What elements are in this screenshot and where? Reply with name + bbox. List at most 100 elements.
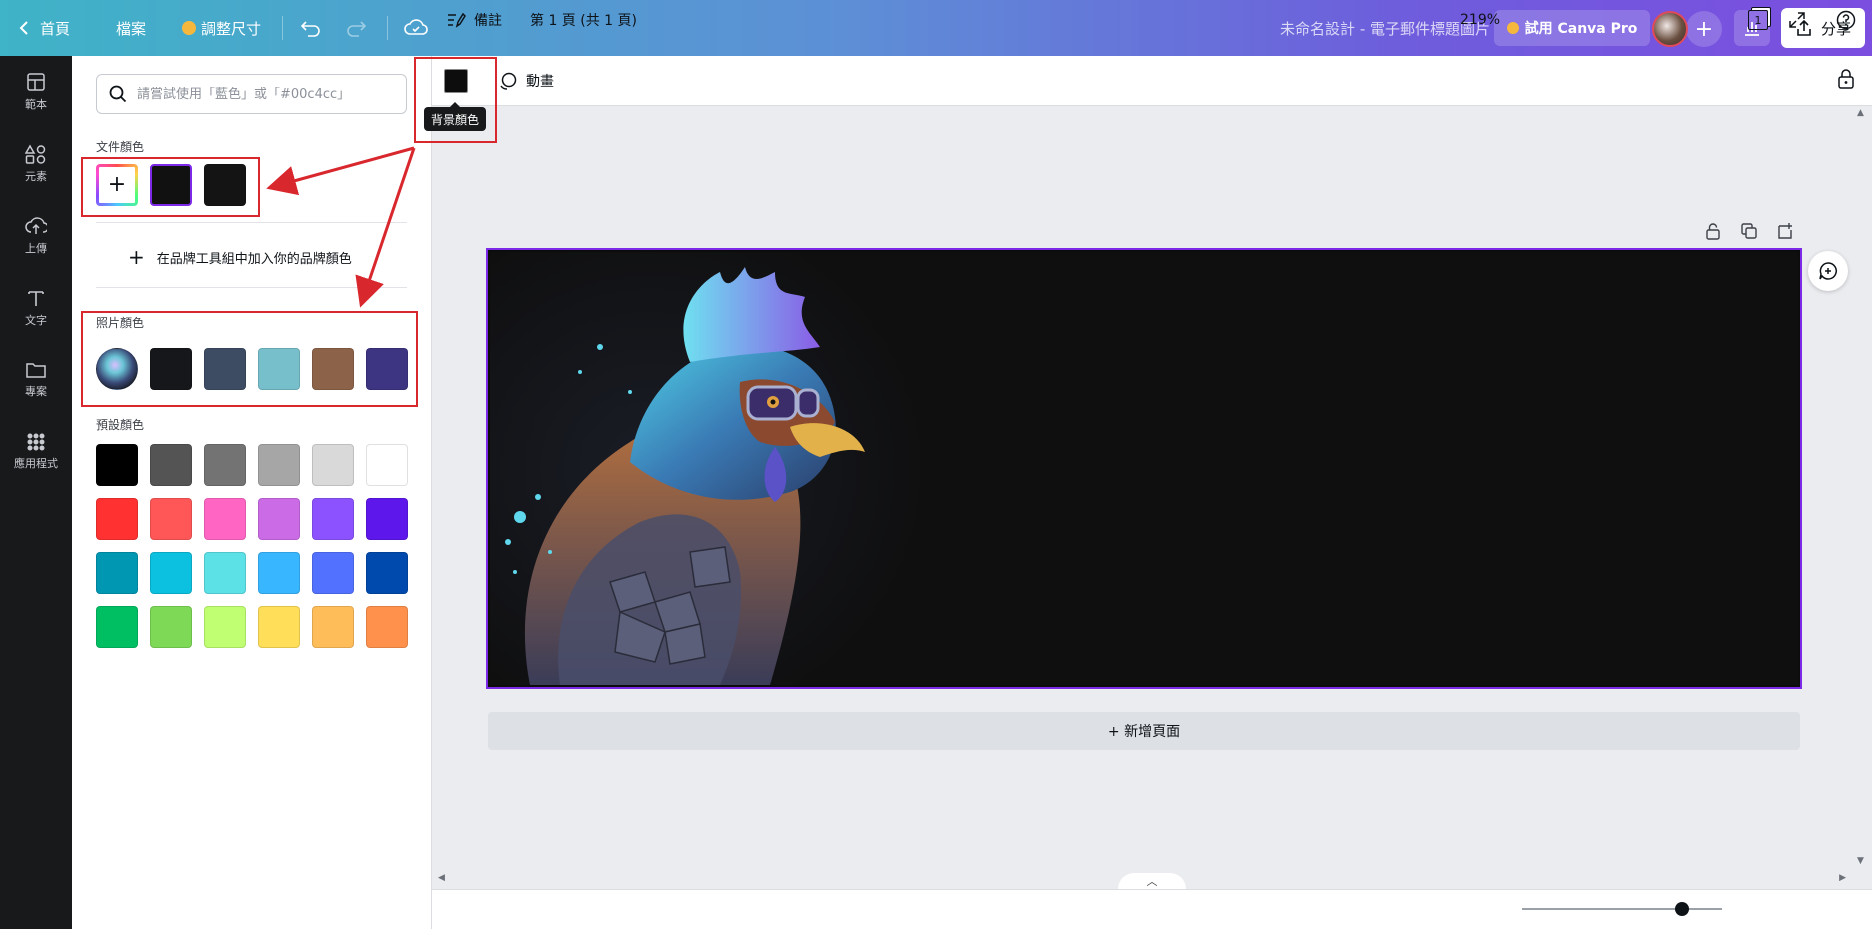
home-button[interactable]: 首頁 — [18, 0, 70, 56]
left-rail: 範本 元素 上傳 文字 專案 應用程式 — [0, 56, 72, 929]
file-label: 檔案 — [116, 19, 147, 38]
notes-button[interactable]: 備註 — [446, 0, 502, 40]
rail-item-templates[interactable]: 範本 — [0, 60, 72, 124]
default-color-swatch[interactable] — [96, 444, 138, 486]
animate-icon — [500, 72, 517, 90]
default-color-swatch[interactable] — [312, 552, 354, 594]
default-color-swatch[interactable] — [312, 498, 354, 540]
rail-item-uploads[interactable]: 上傳 — [0, 204, 72, 268]
scroll-up-arrow[interactable]: ▲ — [1857, 108, 1864, 118]
folder-icon — [26, 363, 46, 378]
avatar[interactable] — [1652, 11, 1688, 47]
animate-label: 動畫 — [526, 74, 554, 90]
default-color-swatch[interactable] — [150, 606, 192, 648]
zoom-slider-handle[interactable] — [1675, 902, 1689, 916]
color-search[interactable] — [96, 74, 407, 114]
editor-toolbar — [432, 56, 1872, 106]
top-bar: 首頁 檔案 調整尺寸 未命名設計 - 電子郵件標題圖片 試用 Canva Pro… — [0, 0, 1872, 56]
default-color-swatch[interactable] — [204, 498, 246, 540]
collapse-pages-button[interactable]: ︿ — [1118, 873, 1186, 889]
default-color-swatch[interactable] — [96, 498, 138, 540]
text-icon — [28, 291, 44, 306]
default-color-swatch[interactable] — [366, 444, 408, 486]
design-title[interactable]: 未命名設計 - 電子郵件標題圖片 — [1250, 0, 1490, 56]
lock-icon — [1838, 69, 1854, 89]
default-color-swatch[interactable] — [150, 444, 192, 486]
template-icon — [27, 73, 45, 91]
resize-label: 調整尺寸 — [201, 19, 262, 38]
page-tools — [1704, 222, 1794, 240]
default-color-swatch[interactable] — [150, 498, 192, 540]
pro-label: 試用 Canva Pro — [1524, 21, 1638, 37]
add-brand-colors-button[interactable]: + 在品牌工具組中加入你的品牌顏色 — [128, 238, 352, 276]
undo-icon — [300, 21, 320, 37]
default-color-swatch[interactable] — [150, 552, 192, 594]
default-color-swatch[interactable] — [258, 552, 300, 594]
invite-button[interactable]: + — [1686, 11, 1722, 47]
background-color-tooltip: 背景顏色 — [424, 102, 487, 131]
default-color-swatch[interactable] — [96, 606, 138, 648]
add-page-button[interactable]: + 新增頁面 — [488, 712, 1800, 750]
scroll-down-arrow[interactable]: ▼ — [1857, 856, 1864, 866]
chevron-left-icon — [19, 21, 28, 35]
default-color-swatch[interactable] — [258, 498, 300, 540]
notes-label: 備註 — [474, 13, 502, 29]
file-menu[interactable]: 檔案 — [116, 0, 146, 56]
default-color-swatch[interactable] — [258, 444, 300, 486]
color-search-input[interactable] — [137, 86, 397, 102]
rail-label: 文字 — [25, 314, 47, 327]
save-status-button[interactable] — [404, 0, 428, 56]
crown-icon — [182, 21, 196, 35]
lock-page-icon[interactable] — [1704, 222, 1722, 240]
help-button[interactable] — [1836, 0, 1856, 40]
search-icon — [109, 85, 127, 103]
duplicate-page-icon[interactable] — [1740, 222, 1758, 240]
zoom-value[interactable]: 219% — [1460, 0, 1500, 40]
upload-icon — [25, 217, 47, 234]
plus-icon: + — [1694, 16, 1714, 42]
scroll-left-arrow[interactable]: ◀ — [438, 873, 445, 883]
divider — [282, 16, 283, 40]
default-color-swatch[interactable] — [96, 552, 138, 594]
default-color-swatch[interactable] — [204, 552, 246, 594]
default-color-swatch[interactable] — [366, 552, 408, 594]
zoom-slider[interactable] — [1522, 908, 1722, 910]
page-count-button[interactable]: 1 — [1748, 0, 1768, 40]
chevron-up-icon: ︿ — [1146, 875, 1158, 888]
plus-icon: + — [128, 245, 145, 269]
default-color-swatch[interactable] — [366, 498, 408, 540]
redo-icon — [347, 21, 367, 37]
rail-item-projects[interactable]: 專案 — [0, 348, 72, 412]
try-pro-button[interactable]: 試用 Canva Pro — [1494, 10, 1650, 46]
scroll-right-arrow[interactable]: ▶ — [1839, 873, 1846, 883]
undo-button[interactable] — [300, 0, 322, 56]
elements-icon — [25, 144, 46, 164]
redo-button[interactable] — [345, 0, 367, 56]
animate-button[interactable]: 動畫 — [498, 68, 554, 94]
rail-item-apps[interactable]: 應用程式 — [0, 420, 72, 484]
rail-label: 應用程式 — [14, 457, 58, 470]
pages-icon: 1 — [1748, 10, 1768, 30]
rail-label: 上傳 — [25, 242, 47, 255]
rail-label: 元素 — [25, 170, 47, 183]
design-page[interactable] — [486, 248, 1802, 689]
rail-item-text[interactable]: 文字 — [0, 276, 72, 340]
page-info: 第 1 頁 (共 1 頁) — [530, 13, 637, 29]
annotation-box — [81, 311, 418, 407]
resize-button[interactable]: 調整尺寸 — [182, 0, 261, 56]
default-color-swatch[interactable] — [312, 606, 354, 648]
default-color-swatch[interactable] — [258, 606, 300, 648]
cloud-check-icon — [404, 19, 428, 35]
default-color-swatch[interactable] — [204, 444, 246, 486]
default-color-swatch[interactable] — [312, 444, 354, 486]
rooster-image[interactable] — [490, 252, 1798, 685]
rail-item-elements[interactable]: 元素 — [0, 132, 72, 196]
fullscreen-button[interactable] — [1788, 0, 1806, 40]
default-color-swatch[interactable] — [366, 606, 408, 648]
lock-button[interactable] — [1836, 68, 1856, 94]
divider — [387, 16, 388, 40]
add-page-icon[interactable] — [1776, 222, 1794, 240]
default-color-swatch[interactable] — [204, 606, 246, 648]
brand-add-label: 在品牌工具組中加入你的品牌顏色 — [156, 251, 352, 267]
add-comment-button[interactable] — [1808, 251, 1848, 291]
